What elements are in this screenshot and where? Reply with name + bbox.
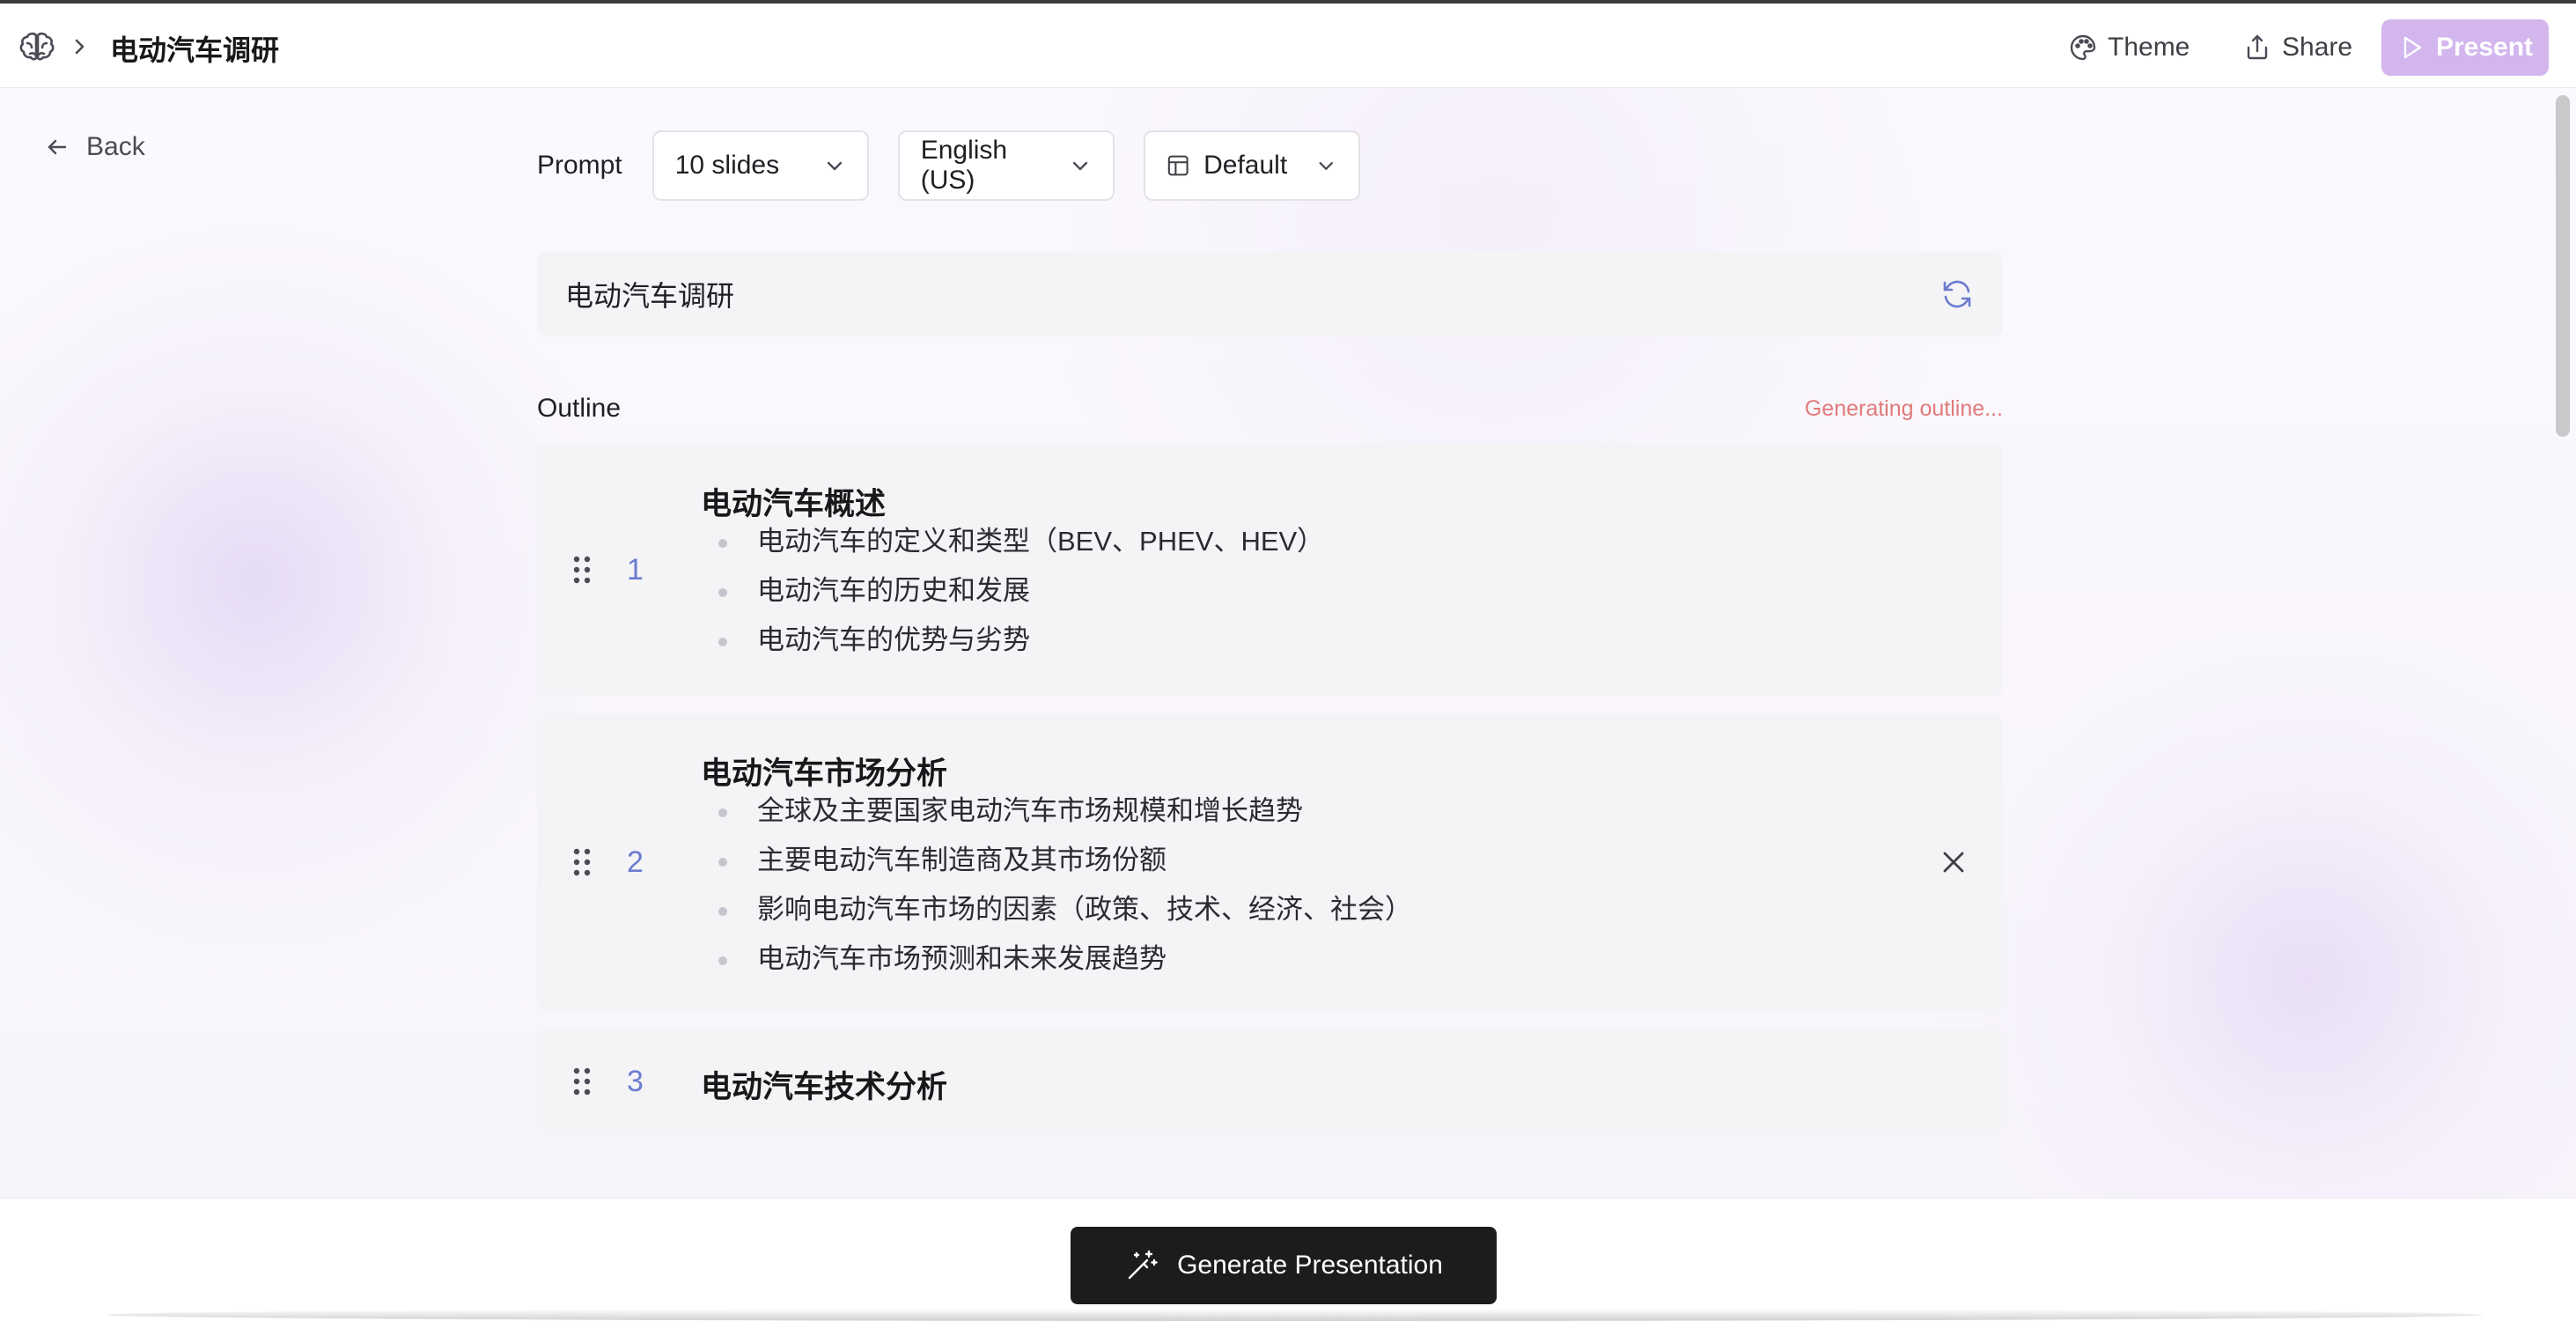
theme-label: Theme [2108, 33, 2190, 62]
layout-value: Default [1203, 151, 1288, 180]
main-content: Prompt 10 slides English (US) Default 电动… [537, 130, 2003, 1134]
drag-handle-icon[interactable] [572, 1066, 592, 1096]
brain-icon[interactable] [18, 30, 56, 65]
layout-select[interactable]: Default [1143, 130, 1360, 201]
slide-number: 2 [627, 845, 644, 879]
chevron-down-icon [1072, 161, 1087, 171]
outline-card[interactable]: 2 电动汽车市场分析 全球及主要国家电动汽车市场规模和增长趋势 主要电动汽车制造… [537, 713, 2003, 1011]
back-label: Back [86, 132, 145, 161]
theme-button[interactable]: Theme [2069, 19, 2190, 76]
chevron-down-icon [1319, 162, 1334, 170]
chevron-down-icon [827, 161, 842, 171]
present-button[interactable]: Present [2381, 19, 2549, 76]
prompt-input[interactable]: 电动汽车调研 [537, 252, 2003, 336]
magic-wand-icon [1128, 1250, 1158, 1280]
bullet-list: 电动汽车的定义和类型（BEV、PHEV、HEV） 电动汽车的历史和发展 电动汽车… [718, 517, 1324, 665]
chevron-right-icon [75, 39, 85, 55]
footer-bar: Generate Presentation [0, 1198, 2576, 1321]
language-select[interactable]: English (US) [897, 130, 1115, 201]
prompt-text: 电动汽车调研 [565, 280, 735, 312]
arrow-left-icon [48, 139, 67, 155]
slide-count-value: 10 slides [674, 151, 780, 180]
bullet-item[interactable]: 电动汽车的定义和类型（BEV、PHEV、HEV） [718, 517, 1324, 566]
outline-card[interactable]: 3 电动汽车技术分析 [537, 1029, 2003, 1134]
outline-card[interactable]: 1 电动汽车概述 电动汽车的定义和类型（BEV、PHEV、HEV） 电动汽车的历… [537, 444, 2003, 696]
bullet-item[interactable]: 主要电动汽车制造商及其市场份额 [718, 836, 1412, 885]
top-bar: 电动汽车调研 Theme Share Present [0, 0, 2576, 88]
generate-presentation-button[interactable]: Generate Presentation [1071, 1227, 1497, 1304]
slide-number: 1 [627, 553, 644, 587]
outline-label: Outline [537, 394, 622, 423]
back-button[interactable]: Back [44, 132, 145, 162]
document-title: 电动汽车调研 [110, 34, 280, 66]
present-label: Present [2435, 33, 2534, 62]
share-label: Share [2282, 33, 2353, 62]
bullet-item[interactable]: 电动汽车的优势与劣势 [718, 616, 1324, 665]
share-icon [2247, 34, 2268, 60]
outline-header: Outline Generating outline... [537, 391, 2003, 426]
language-value: English (US) [920, 136, 1008, 195]
outline-status: Generating outline... [1804, 395, 2003, 421]
bullet-list: 全球及主要国家电动汽车市场规模和增长趋势 主要电动汽车制造商及其市场份额 影响电… [718, 786, 1412, 984]
share-button[interactable]: Share [2243, 19, 2352, 76]
bullet-item[interactable]: 影响电动汽车市场的因素（政策、技术、经济、社会） [718, 885, 1412, 934]
scrollbar[interactable] [2556, 92, 2570, 1196]
palette-icon [2070, 34, 2096, 61]
scrollbar-thumb[interactable] [2556, 95, 2570, 437]
prompt-label: Prompt [537, 151, 622, 180]
bullet-item[interactable]: 电动汽车市场预测和未来发展趋势 [718, 934, 1412, 984]
drag-handle-icon[interactable] [572, 847, 592, 877]
play-icon [2403, 36, 2422, 59]
drag-handle-icon[interactable] [572, 555, 592, 585]
controls-row: Prompt 10 slides English (US) Default [537, 130, 2003, 201]
layout-icon [1167, 155, 1189, 176]
slide-count-select[interactable]: 10 slides [651, 130, 869, 201]
refresh-icon[interactable] [1939, 277, 1975, 312]
bullet-item[interactable]: 全球及主要国家电动汽车市场规模和增长趋势 [718, 786, 1412, 836]
slide-number: 3 [627, 1065, 644, 1098]
footer-shadow [106, 1309, 2483, 1321]
generate-label: Generate Presentation [1177, 1251, 1443, 1280]
bullet-item[interactable]: 电动汽车的历史和发展 [718, 566, 1324, 616]
close-icon[interactable] [1936, 845, 1971, 880]
slide-title[interactable]: 电动汽车技术分析 [701, 1062, 947, 1107]
